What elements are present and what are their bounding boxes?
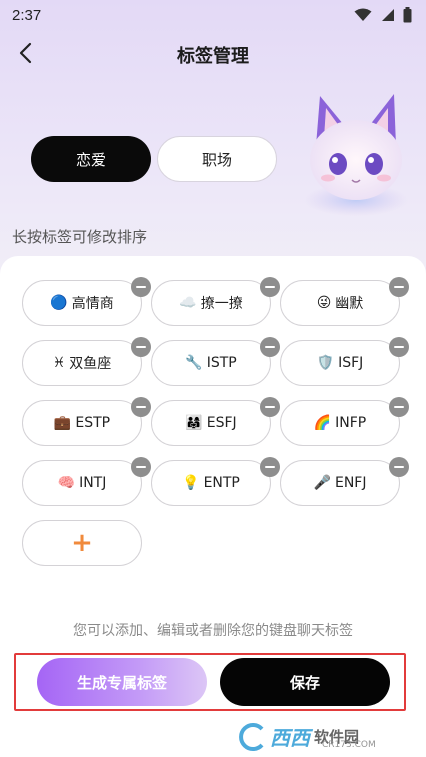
tag-label: 幽默 xyxy=(335,296,364,312)
tag-item[interactable]: ♓ 双鱼座 xyxy=(22,337,151,386)
tag-emoji-icon: 💼 xyxy=(53,415,72,431)
tag-item[interactable]: 🛡️ ISFJ xyxy=(280,337,409,386)
save-button[interactable]: 保存 xyxy=(220,658,390,706)
add-tag-button[interactable]: + xyxy=(22,520,142,566)
remove-tag-button[interactable] xyxy=(131,277,151,297)
tag-emoji-icon: 🛡️ xyxy=(316,355,335,371)
remove-tag-button[interactable] xyxy=(260,397,280,417)
minus-icon xyxy=(394,286,404,288)
tag-item[interactable]: ☁️ 撩一撩 xyxy=(151,277,280,326)
status-time: 2:37 xyxy=(12,6,42,24)
remove-tag-button[interactable] xyxy=(260,277,280,297)
tag-label: ESTP xyxy=(75,415,111,431)
signal-icon xyxy=(382,9,394,21)
minus-icon xyxy=(265,286,275,288)
tag-label: 双鱼座 xyxy=(69,356,112,372)
remove-tag-button[interactable] xyxy=(131,337,151,357)
tag-emoji-icon: 🧠 xyxy=(57,475,76,491)
tag-label: 高情商 xyxy=(71,296,114,312)
generate-tags-button[interactable]: 生成专属标签 xyxy=(37,658,207,706)
tag-label: ISTP xyxy=(206,355,237,371)
tag-item[interactable]: 💡 ENTP xyxy=(151,457,280,506)
tag-emoji-icon: 👨‍👩‍👧 xyxy=(185,415,203,431)
category-tabs: 恋爱 职场 xyxy=(31,136,277,182)
remove-tag-button[interactable] xyxy=(260,337,280,357)
tag-label: ENTP xyxy=(203,475,240,491)
minus-icon xyxy=(136,346,146,348)
tag-card: 🔵 高情商 ☁️ 撩一撩 😜 幽默 ♓ 双鱼座 🔧 ISTP 🛡️ ISFJ 💼 ESTP 👨… xyxy=(0,256,426,757)
tag-item[interactable]: 👨‍👩‍👧 ESFJ xyxy=(151,397,280,446)
tab-love[interactable]: 恋爱 xyxy=(31,136,151,182)
tag-item[interactable]: 😜 幽默 xyxy=(280,277,409,326)
remove-tag-button[interactable] xyxy=(389,457,409,477)
fox-mascot-icon xyxy=(304,94,408,216)
tag-emoji-icon: 🌈 xyxy=(313,415,332,431)
minus-icon xyxy=(265,466,275,468)
minus-icon xyxy=(265,346,275,348)
tag-item[interactable]: 💼 ESTP xyxy=(22,397,151,446)
tag-emoji-icon: 😜 xyxy=(316,295,332,311)
watermark-logo: 西西 软件园 CR173.COM xyxy=(236,722,376,751)
watermark-swirl-icon xyxy=(239,722,264,751)
minus-icon xyxy=(136,466,146,468)
tag-emoji-icon: ☁️ xyxy=(179,295,197,311)
tag-label: 撩一撩 xyxy=(200,296,243,312)
tag-emoji-icon: 🔧 xyxy=(185,355,203,371)
tag-management-hint: 您可以添加、编辑或者删除您的键盘聊天标签 xyxy=(73,623,353,639)
nav-bar: 标签管理 xyxy=(0,30,426,76)
tag-item[interactable]: 🔧 ISTP xyxy=(151,337,280,386)
tab-workplace[interactable]: 职场 xyxy=(157,136,277,182)
watermark-brand: 西西 xyxy=(270,726,310,750)
tag-item[interactable]: 🎤 ENFJ xyxy=(280,457,409,506)
tag-grid: 🔵 高情商 ☁️ 撩一撩 😜 幽默 ♓ 双鱼座 🔧 ISTP 🛡️ ISFJ 💼 ESTP 👨… xyxy=(22,277,409,506)
minus-icon xyxy=(136,406,146,408)
page-title: 标签管理 xyxy=(177,46,249,67)
tag-emoji-icon: 🎤 xyxy=(313,475,331,491)
tag-item[interactable]: 🌈 INFP xyxy=(280,397,409,446)
tag-emoji-icon: 💡 xyxy=(182,475,200,491)
remove-tag-button[interactable] xyxy=(389,397,409,417)
tag-label: INFP xyxy=(335,415,367,431)
status-bar: 2:37 xyxy=(0,0,426,30)
tag-label: ESFJ xyxy=(206,415,237,431)
tag-emoji-icon: ♓ xyxy=(52,355,66,371)
tag-label: INTJ xyxy=(79,475,107,491)
minus-icon xyxy=(265,406,275,408)
tag-item[interactable]: 🔵 高情商 xyxy=(22,277,151,326)
tag-label: ISFJ xyxy=(338,355,364,371)
status-icons xyxy=(354,7,412,23)
minus-icon xyxy=(136,286,146,288)
battery-icon xyxy=(403,7,412,23)
wifi-icon xyxy=(354,8,372,21)
watermark-domain: CR173.COM xyxy=(322,740,376,750)
tag-label: ENFJ xyxy=(334,475,367,491)
minus-icon xyxy=(394,466,404,468)
remove-tag-button[interactable] xyxy=(131,457,151,477)
reorder-hint: 长按标签可修改排序 xyxy=(12,228,148,246)
tag-emoji-icon: 🔵 xyxy=(50,295,68,311)
remove-tag-button[interactable] xyxy=(389,277,409,297)
remove-tag-button[interactable] xyxy=(131,397,151,417)
minus-icon xyxy=(394,406,404,408)
remove-tag-button[interactable] xyxy=(260,457,280,477)
plus-icon: + xyxy=(71,528,93,558)
tag-item[interactable]: 🧠 INTJ xyxy=(22,457,151,506)
minus-icon xyxy=(394,346,404,348)
remove-tag-button[interactable] xyxy=(389,337,409,357)
